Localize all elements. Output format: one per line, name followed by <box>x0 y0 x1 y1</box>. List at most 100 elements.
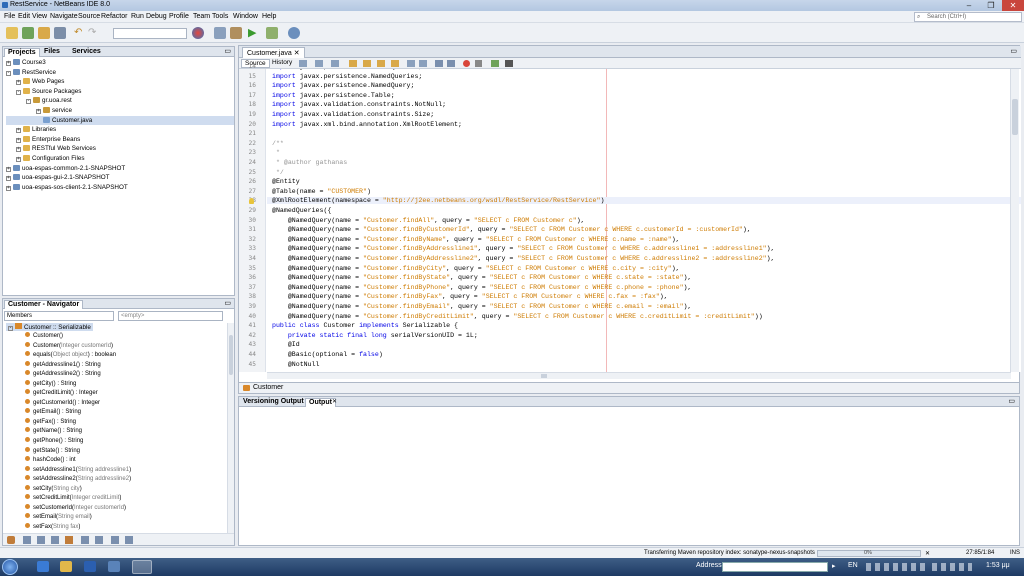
expand-toggle-icon[interactable]: + <box>6 166 11 172</box>
tree-node[interactable]: + RESTful Web Services <box>6 144 234 154</box>
ie-icon[interactable] <box>37 561 49 572</box>
maximize-button[interactable]: ❐ <box>980 0 1002 11</box>
expand-toggle-icon[interactable]: - <box>16 89 21 95</box>
menu-source[interactable]: Source <box>78 13 100 20</box>
expand-toggle-icon[interactable]: + <box>16 147 21 153</box>
expand-toggle-icon[interactable]: + <box>16 128 21 134</box>
expand-toggle-icon[interactable]: - <box>6 70 11 76</box>
filter-icon[interactable] <box>111 536 119 544</box>
close-tab-icon[interactable]: ✕ <box>294 50 300 57</box>
expand-toggle-icon[interactable]: - <box>26 99 31 105</box>
configuration-select[interactable] <box>113 28 187 39</box>
tree-node[interactable]: - RestService <box>6 68 234 78</box>
debug-icon[interactable] <box>266 27 278 39</box>
diff-icon[interactable] <box>505 60 513 67</box>
stop-macro-icon[interactable] <box>475 60 482 67</box>
last-edit-icon[interactable] <box>299 60 307 67</box>
menu-navigate[interactable]: Navigate <box>50 13 78 20</box>
tray-icons[interactable] <box>932 563 972 571</box>
navigator-member[interactable]: setCity(String city) <box>25 484 225 495</box>
navigator-member[interactable]: Customer(Integer customerId) <box>25 341 225 352</box>
search-input[interactable]: Search (Ctrl+I) <box>914 12 1022 22</box>
record-macro-icon[interactable] <box>463 60 470 67</box>
tree-node[interactable]: + Libraries <box>6 125 234 135</box>
run-icon[interactable]: ▶ <box>248 27 260 39</box>
find-previous-icon[interactable] <box>363 60 371 67</box>
tab-history[interactable]: History <box>269 59 295 66</box>
toggle-highlight-icon[interactable] <box>391 60 399 67</box>
close-tab-icon[interactable]: ✕ <box>332 398 337 405</box>
filter-icon[interactable] <box>81 536 89 544</box>
tab-versioning-output[interactable]: Versioning Output <box>240 398 307 405</box>
open-project-icon[interactable] <box>38 27 50 39</box>
app-icon[interactable] <box>108 561 120 572</box>
menu-help[interactable]: Help <box>262 13 276 20</box>
navigator-member[interactable]: getFax() : String <box>25 417 225 428</box>
navigator-member[interactable]: getEmail() : String <box>25 408 225 418</box>
navigator-member[interactable]: hashCode() : int <box>25 456 225 466</box>
navigator-root[interactable]: - Customer :: Serializable <box>6 323 93 331</box>
minimize-button[interactable]: – <box>958 0 980 11</box>
filter-select[interactable]: <empty> <box>118 311 223 321</box>
filter-icon[interactable] <box>125 536 133 544</box>
tree-node[interactable]: + Course3 <box>6 58 234 68</box>
navigator-member[interactable]: getAddressline1() : String <box>25 360 225 371</box>
tree-node[interactable]: + Enterprise Beans <box>6 135 234 145</box>
back-icon[interactable] <box>315 60 323 67</box>
build-icon[interactable] <box>214 27 226 39</box>
tab-projects[interactable]: Projects <box>4 48 40 57</box>
tree-node[interactable]: + uoa-espas-common-2.1-SNAPSHOT <box>6 164 234 174</box>
forward-icon[interactable] <box>331 60 339 67</box>
expand-toggle-icon[interactable]: + <box>6 185 11 191</box>
editor-horizontal-scrollbar[interactable] <box>267 372 1011 379</box>
find-icon[interactable] <box>349 60 357 67</box>
filter-icon[interactable] <box>37 536 45 544</box>
tree-node[interactable]: Customer.java <box>6 115 234 126</box>
editor-vertical-scrollbar[interactable] <box>1010 69 1019 372</box>
clean-build-icon[interactable] <box>230 27 242 39</box>
comment-icon[interactable] <box>435 60 443 67</box>
navigator-member[interactable]: Customer() <box>25 332 225 342</box>
clock[interactable]: 1:53 μμ <box>986 562 1010 569</box>
browser-icon[interactable] <box>192 27 204 39</box>
redo-icon[interactable]: ↷ <box>88 27 100 39</box>
menu-debug[interactable]: Debug <box>146 13 167 20</box>
navigator-scrollbar[interactable] <box>227 323 234 533</box>
navigator-member[interactable]: getPhone() : String <box>25 437 225 447</box>
minimize-panel-icon[interactable]: ▭ <box>224 47 231 55</box>
minimize-panel-icon[interactable]: ▭ <box>224 299 231 307</box>
breadcrumb[interactable]: Customer <box>253 384 283 391</box>
members-select[interactable]: Members <box>4 311 114 321</box>
netbeans-taskbar-button[interactable] <box>132 560 152 574</box>
sort-icon[interactable] <box>7 536 15 544</box>
navigator-member[interactable]: getName() : String <box>25 427 225 437</box>
expand-toggle-icon[interactable]: + <box>6 176 11 182</box>
uncomment-icon[interactable] <box>447 60 455 67</box>
find-next-icon[interactable] <box>377 60 385 67</box>
navigator-member[interactable]: getCity() : String <box>25 379 225 390</box>
menu-team[interactable]: Team <box>193 13 210 20</box>
save-all-icon[interactable] <box>54 27 66 39</box>
hint-bulb-icon[interactable] <box>249 198 254 205</box>
tree-node[interactable]: + uoa-espas-gui-2.1-SNAPSHOT <box>6 173 234 183</box>
expand-toggle-icon[interactable]: + <box>6 61 11 66</box>
navigator-member[interactable]: setEmail(String email) <box>25 513 225 523</box>
menu-refactor[interactable]: Refactor <box>101 13 127 20</box>
menu-window[interactable]: Window <box>233 13 258 20</box>
expand-toggle-icon[interactable]: + <box>16 80 21 86</box>
shift-right-icon[interactable] <box>419 60 427 67</box>
address-input[interactable] <box>722 562 828 572</box>
tree-node[interactable]: + service <box>6 106 234 116</box>
navigator-member[interactable]: getCustomerId() : Integer <box>25 398 225 409</box>
menu-file[interactable]: File <box>4 13 15 20</box>
new-file-icon[interactable] <box>6 27 18 39</box>
tab-files[interactable]: Files <box>41 48 63 55</box>
tree-node[interactable]: + Configuration Files <box>6 154 234 164</box>
menu-run[interactable]: Run <box>131 13 144 20</box>
navigator-member[interactable]: setAddressline2(String addressline2) <box>25 475 225 485</box>
menu-profile[interactable]: Profile <box>169 13 189 20</box>
expand-toggle-icon[interactable]: + <box>16 137 21 143</box>
start-button[interactable] <box>2 559 18 575</box>
undo-icon[interactable]: ↶ <box>74 27 86 39</box>
filter-icon[interactable] <box>65 536 73 544</box>
